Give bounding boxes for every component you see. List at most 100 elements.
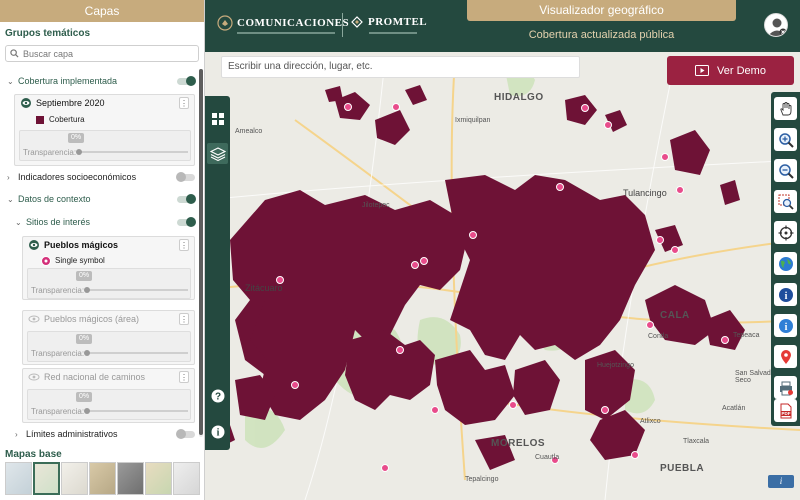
toggle-datos-contexto[interactable]: [177, 194, 196, 204]
transparency-label: Transparencia:: [23, 148, 77, 157]
legend-label: Cobertura: [49, 115, 85, 124]
map-label-amealco: Amealco: [235, 128, 263, 135]
layer-options-button[interactable]: ⋮: [179, 371, 189, 383]
basemap-thumb-selected[interactable]: [33, 462, 60, 495]
group-cobertura-implementada[interactable]: ⌄ Cobertura implementada: [0, 73, 200, 89]
layer-title: Red nacional de caminos: [44, 372, 146, 382]
chevron-right-icon[interactable]: ›: [7, 173, 15, 182]
eye-icon[interactable]: [20, 98, 32, 108]
viewer-title: Visualizador geográfico: [467, 0, 736, 21]
app-root: Capas Grupos temáticos Buscar capa ⌄ Cob…: [0, 0, 800, 500]
group-label: Indicadores socioeconómicos: [18, 172, 137, 182]
layer-search-placeholder: Buscar capa: [23, 48, 74, 59]
map-label-hidalgo: HIDALGO: [494, 92, 544, 103]
eye-off-icon[interactable]: [28, 314, 40, 324]
layer-card-pueblos-magicos: Pueblos mágicos ⋮ Single symbol 0% Trans…: [22, 236, 195, 300]
layer-options-button[interactable]: ⋮: [179, 313, 189, 325]
basemaps-title: Mapas base: [5, 449, 62, 460]
toggle-limites[interactable]: [176, 429, 195, 439]
layers-list[interactable]: ⌄ Cobertura implementada Septiembre 2020…: [0, 67, 205, 440]
group-limites[interactable]: › Límites administrativos: [8, 426, 198, 442]
toggle-sitios-interes[interactable]: [177, 217, 196, 227]
locate-button[interactable]: [774, 221, 797, 244]
transparency-control: 0% Transparencia:: [27, 268, 191, 299]
logo-divider: [342, 13, 343, 37]
eye-off-icon[interactable]: [28, 372, 40, 382]
group-label: Sitios de interés: [26, 217, 91, 227]
group-sitios-interes[interactable]: ⌄ Sitios de interés: [8, 214, 198, 230]
zoom-in-button[interactable]: [774, 128, 797, 151]
scrollbar-thumb[interactable]: [199, 69, 203, 435]
marker-button[interactable]: [774, 345, 797, 368]
basemap-thumb[interactable]: [89, 462, 116, 495]
group-label: Límites administrativos: [26, 429, 118, 439]
attribution-info-button[interactable]: i: [768, 475, 794, 488]
view-demo-button[interactable]: Ver Demo: [667, 56, 794, 85]
layer-options-button[interactable]: ⋮: [179, 97, 189, 109]
video-play-icon: [695, 65, 710, 76]
transparency-slider[interactable]: [76, 149, 188, 155]
panel-header: Capas: [0, 0, 204, 22]
logo-promtel: PROMTEL: [350, 15, 427, 29]
zoom-box-button[interactable]: [774, 190, 797, 213]
map-view[interactable]: HIDALGO Tulancingo Ixmiquilpan Amealco J…: [205, 0, 800, 500]
group-label: Datos de contexto: [18, 194, 91, 204]
layers-button[interactable]: [207, 143, 228, 164]
transparency-slider[interactable]: [84, 350, 188, 356]
info-button[interactable]: i: [207, 421, 228, 442]
map-label-huejotzingo: Huejotzingo: [597, 362, 634, 369]
basemap-thumb[interactable]: [61, 462, 88, 495]
layer-title: Pueblos mágicos (área): [44, 314, 140, 324]
zoom-out-button[interactable]: [774, 159, 797, 182]
crosshair-icon: [778, 225, 793, 240]
globe-button[interactable]: [774, 252, 797, 275]
transparency-label: Transparencia:: [31, 407, 85, 416]
print-button[interactable]: [774, 376, 797, 399]
map-label-puebla: PUEBLA: [660, 463, 705, 474]
transparency-slider[interactable]: [84, 287, 188, 293]
toggle-indicadores[interactable]: [176, 172, 195, 182]
map-label-tulancingo: Tulancingo: [623, 188, 667, 198]
top-header-bar: COMUNICACIONES PROMTEL Visualizador geog…: [205, 0, 800, 52]
chevron-right-icon[interactable]: ›: [15, 430, 23, 439]
pan-button[interactable]: [774, 97, 797, 120]
svg-text:i: i: [784, 291, 787, 302]
transparency-slider[interactable]: [84, 408, 188, 414]
basemap-thumb[interactable]: [145, 462, 172, 495]
transparency-label: Transparencia:: [31, 286, 85, 295]
layer-card-red-caminos: Red nacional de caminos ⋮ 0% Transparenc…: [22, 368, 195, 423]
transparency-value: 0%: [76, 271, 92, 281]
legend-label: Single symbol: [55, 256, 105, 265]
logo-comunicaciones: COMUNICACIONES: [217, 15, 349, 31]
thematic-groups-title: Grupos temáticos: [5, 28, 91, 39]
user-icon: [768, 18, 787, 36]
basemap-gallery: [5, 462, 200, 495]
layer-options-button[interactable]: ⋮: [179, 239, 189, 251]
toggle-cobertura-implementada[interactable]: [177, 76, 196, 86]
export-pdf-button[interactable]: PDF: [774, 399, 797, 422]
feature-info-button[interactable]: i: [774, 314, 797, 337]
help-button[interactable]: ?: [207, 385, 228, 406]
basemap-thumb[interactable]: [5, 462, 32, 495]
layer-search-input[interactable]: Buscar capa: [5, 45, 199, 62]
group-datos-contexto[interactable]: ⌄ Datos de contexto: [0, 191, 200, 207]
basemap-thumb[interactable]: [117, 462, 144, 495]
svg-text:?: ?: [214, 391, 220, 402]
grid-view-button[interactable]: [207, 108, 228, 129]
chevron-down-icon[interactable]: ⌄: [7, 77, 15, 86]
eye-icon[interactable]: [28, 240, 40, 250]
chevron-down-icon[interactable]: ⌄: [15, 218, 23, 227]
svg-text:i: i: [784, 322, 787, 333]
chevron-down-icon[interactable]: ⌄: [7, 195, 15, 204]
group-indicadores[interactable]: › Indicadores socioeconómicos: [0, 169, 200, 185]
user-avatar-button[interactable]: [764, 13, 788, 37]
map-label-zitacuaro: Zitácuaro: [245, 283, 283, 293]
help-icon: ?: [211, 389, 224, 402]
zoom-out-icon: [778, 163, 794, 179]
layer-title: Septiembre 2020: [36, 98, 105, 108]
identify-button[interactable]: i: [774, 283, 797, 306]
map-search-input[interactable]: Escribir una dirección, lugar, etc.: [221, 56, 580, 78]
basemap-thumb[interactable]: [173, 462, 200, 495]
map-label-cuautla: Cuautla: [535, 454, 560, 461]
map-label-contla: Contla: [648, 333, 669, 340]
